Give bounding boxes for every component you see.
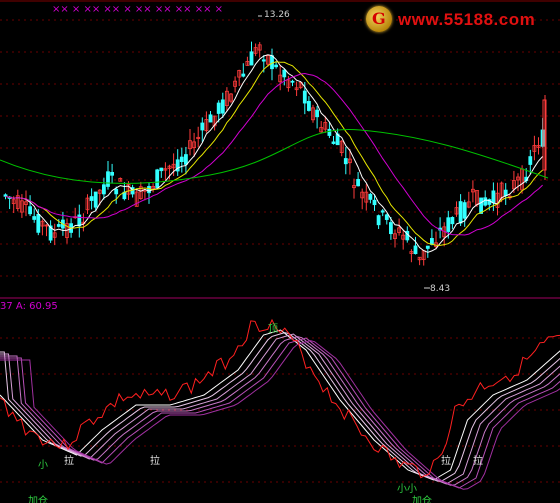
candle-body-24 [102, 184, 106, 195]
candle-body-73 [302, 90, 307, 104]
candle-body-128 [528, 156, 533, 165]
candle-body-80 [331, 141, 336, 144]
candle-body-35 [147, 186, 151, 194]
candle-body-79 [327, 128, 332, 136]
candle-body-44 [183, 154, 188, 165]
candle-body-83 [343, 158, 348, 165]
candle-body-25 [106, 171, 110, 187]
candle-body-109 [450, 217, 455, 225]
candle-body-86 [356, 179, 361, 187]
candle-body-52 [216, 102, 221, 114]
candle-body-100 [413, 245, 418, 255]
candle-body-50 [208, 114, 213, 123]
candle-body-38 [159, 167, 164, 172]
candle-body-90 [372, 199, 377, 206]
candle-body-58 [241, 73, 246, 77]
candle-body-27 [114, 188, 119, 195]
add-position-label-1: 加仓 [28, 496, 48, 503]
pull-label-1: 拉 [64, 456, 74, 467]
price-high-label: 13.26 [264, 10, 290, 20]
candle-body-117 [483, 197, 488, 206]
top-signal-label: 顶 [268, 324, 278, 335]
candle-body-43 [179, 156, 184, 163]
candle-body-116 [479, 197, 484, 214]
candle-body-91 [376, 215, 381, 226]
candle-body-74 [306, 100, 311, 111]
pull-label-3: 拉 [441, 456, 451, 467]
pull-label-2: 拉 [150, 456, 160, 467]
candle-body-21 [89, 196, 94, 201]
candle-body-103 [425, 245, 430, 249]
candle-body-6 [28, 206, 33, 215]
candle-body-53 [220, 99, 225, 114]
signal-markers: ×× × ×× ×× × ×× ×× ×× ×× × [52, 4, 224, 15]
candle-body-76 [315, 109, 320, 118]
candle-body-13 [56, 224, 61, 227]
candle-body-8 [36, 214, 41, 233]
candle-body-18 [77, 214, 82, 227]
price-low-label: 8.43 [430, 284, 451, 294]
candle-body-60 [249, 51, 254, 66]
add-position-label-2: 加仓 [412, 496, 432, 503]
candle-body-89 [368, 193, 373, 200]
candle-body-112 [462, 202, 467, 219]
stock-chart-window: G www.55188.com ×× × ×× ×× × ×× ×× ×× ××… [0, 0, 560, 503]
candle-body-37 [155, 169, 160, 188]
candle-body-108 [446, 217, 451, 232]
candle-body-63 [261, 59, 266, 62]
candle-body-119 [491, 190, 496, 204]
candle-body-26 [110, 171, 114, 176]
candle-body-93 [384, 214, 389, 220]
candlestick-chart[interactable] [0, 0, 560, 503]
candle-body-65 [270, 55, 274, 70]
ma-line-green [0, 129, 549, 184]
pull-label-4: 拉 [473, 456, 483, 467]
candle-body-68 [282, 69, 287, 78]
logo-emblem-icon: G [366, 6, 392, 32]
candle-body-22 [93, 191, 98, 208]
logo-url: www.55188.com [398, 10, 536, 29]
indicator-readout: 37 A: 60.95 [0, 301, 58, 312]
candle-body-94 [388, 222, 393, 235]
candle-body-7 [32, 216, 37, 220]
small-signal-label: 小 [38, 460, 48, 471]
site-logo[interactable]: G www.55188.com [362, 4, 558, 36]
candle-body-111 [458, 201, 463, 224]
candle-body-92 [380, 210, 385, 213]
candle-body-48 [200, 122, 205, 131]
candle-body-70 [290, 80, 295, 83]
candle-body-66 [274, 64, 279, 68]
